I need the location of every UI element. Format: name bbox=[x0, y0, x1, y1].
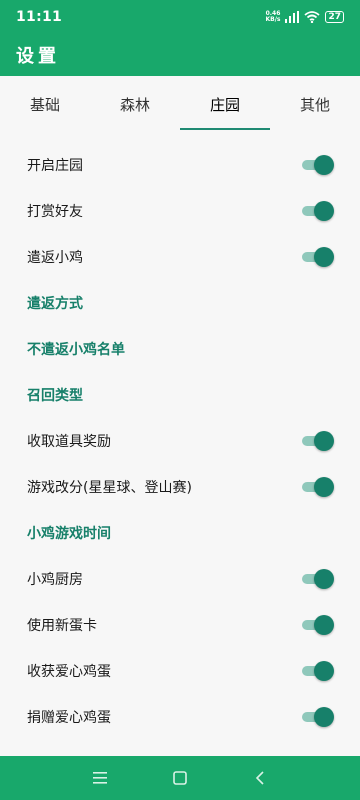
chick-kitchen-toggle[interactable] bbox=[302, 569, 334, 589]
wifi-icon bbox=[304, 8, 321, 27]
setting-row-reward-friends[interactable]: 打赏好友 bbox=[0, 188, 360, 234]
chick-game-time-link[interactable]: 小鸡游戏时间 bbox=[27, 523, 111, 543]
tab-bar: 基础 森林 庄园 其他 bbox=[0, 76, 360, 132]
network-speed-unit: KB/s bbox=[265, 16, 281, 23]
setting-row-no-send-back-list[interactable]: 不遣返小鸡名单 bbox=[0, 326, 360, 372]
setting-label: 捐赠爱心鸡蛋 bbox=[27, 710, 111, 726]
menu-icon[interactable] bbox=[88, 766, 112, 790]
send-back-method-link[interactable]: 遣返方式 bbox=[27, 293, 83, 313]
setting-row-send-back-chicks[interactable]: 遣返小鸡 bbox=[0, 234, 360, 280]
setting-label: 开启庄园 bbox=[27, 158, 83, 174]
page-title: 设置 bbox=[16, 46, 60, 67]
send-back-chicks-toggle[interactable] bbox=[302, 247, 334, 267]
network-speed: 0.46 KB/s bbox=[265, 11, 280, 23]
setting-row-game-score-modify[interactable]: 游戏改分(星星球、登山赛) bbox=[0, 464, 360, 510]
setting-label: 打赏好友 bbox=[27, 204, 83, 220]
back-chevron-icon[interactable] bbox=[248, 766, 272, 790]
setting-label: 游戏改分(星星球、登山赛) bbox=[27, 480, 192, 496]
no-send-back-list-link[interactable]: 不遣返小鸡名单 bbox=[27, 339, 125, 359]
setting-row-collect-prop-rewards[interactable]: 收取道具奖励 bbox=[0, 418, 360, 464]
setting-row-harvest-love-eggs[interactable]: 收获爱心鸡蛋 bbox=[0, 648, 360, 694]
setting-row-recall-type[interactable]: 召回类型 bbox=[0, 372, 360, 418]
recall-type-link[interactable]: 召回类型 bbox=[27, 385, 83, 405]
tab-manor[interactable]: 庄园 bbox=[180, 76, 270, 132]
setting-row-donate-love-eggs[interactable]: 捐赠爱心鸡蛋 bbox=[0, 694, 360, 740]
home-square-icon[interactable] bbox=[168, 766, 192, 790]
setting-label: 收获爱心鸡蛋 bbox=[27, 664, 111, 680]
setting-label: 使用新蛋卡 bbox=[27, 618, 97, 634]
use-new-egg-card-toggle[interactable] bbox=[302, 615, 334, 635]
enable-manor-toggle[interactable] bbox=[302, 155, 334, 175]
setting-row-chick-kitchen[interactable]: 小鸡厨房 bbox=[0, 556, 360, 602]
app-bar: 设置 bbox=[0, 34, 360, 76]
settings-list: 开启庄园 打赏好友 遣返小鸡 遣返方式 不遣返小鸡名单 召回类型 收取道具奖励 … bbox=[0, 142, 360, 740]
setting-row-send-back-method[interactable]: 遣返方式 bbox=[0, 280, 360, 326]
setting-label: 小鸡厨房 bbox=[27, 572, 83, 588]
setting-label: 遣返小鸡 bbox=[27, 250, 83, 266]
setting-row-use-new-egg-card[interactable]: 使用新蛋卡 bbox=[0, 602, 360, 648]
setting-label: 收取道具奖励 bbox=[27, 434, 111, 450]
collect-prop-rewards-toggle[interactable] bbox=[302, 431, 334, 451]
signal-icon bbox=[285, 8, 300, 27]
system-nav-bar bbox=[0, 756, 360, 800]
setting-row-enable-manor[interactable]: 开启庄园 bbox=[0, 142, 360, 188]
status-time: 11:11 bbox=[16, 9, 63, 25]
reward-friends-toggle[interactable] bbox=[302, 201, 334, 221]
status-icons: 0.46 KB/s 27 bbox=[265, 8, 344, 27]
tab-basic[interactable]: 基础 bbox=[0, 76, 90, 132]
game-score-modify-toggle[interactable] bbox=[302, 477, 334, 497]
tab-forest[interactable]: 森林 bbox=[90, 76, 180, 132]
harvest-love-eggs-toggle[interactable] bbox=[302, 661, 334, 681]
setting-row-chick-game-time[interactable]: 小鸡游戏时间 bbox=[0, 510, 360, 556]
donate-love-eggs-toggle[interactable] bbox=[302, 707, 334, 727]
battery-indicator: 27 bbox=[325, 11, 344, 23]
tab-other[interactable]: 其他 bbox=[270, 76, 360, 132]
status-bar: 11:11 0.46 KB/s 27 bbox=[0, 0, 360, 34]
